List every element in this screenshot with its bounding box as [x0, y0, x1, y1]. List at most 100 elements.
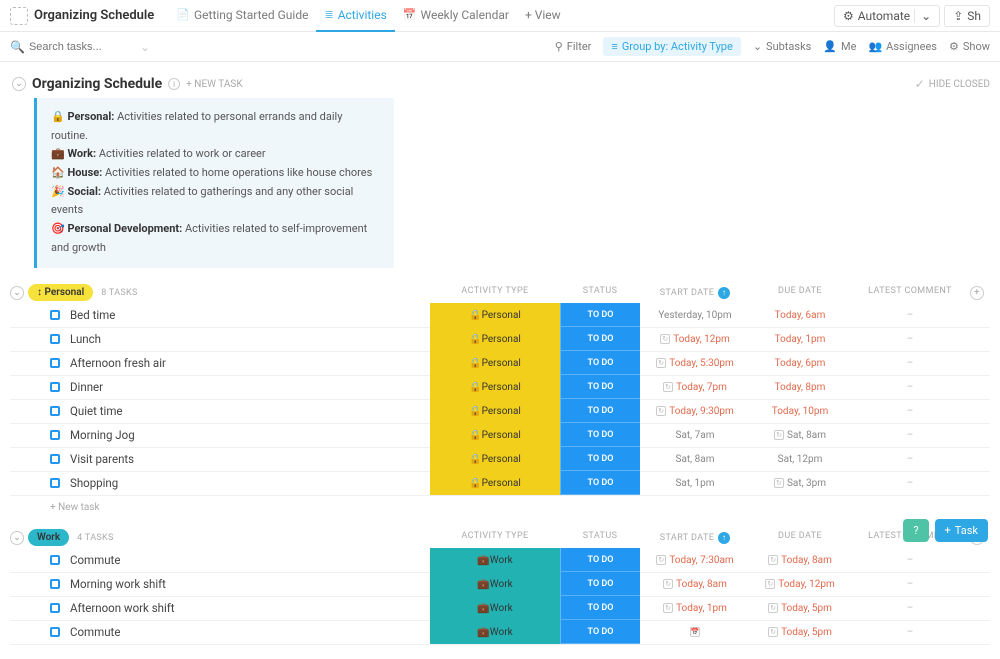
due-date[interactable]: Today, 1pm	[775, 334, 826, 345]
chevron-down-icon[interactable]: ⌄	[140, 40, 150, 54]
activity-type-cell[interactable]: 🔒 Personal	[430, 399, 560, 423]
new-task-fab[interactable]: +Task	[935, 519, 988, 542]
status-cell[interactable]: TO DO	[560, 423, 640, 447]
task-name[interactable]: Morning work shift	[70, 577, 430, 591]
start-date[interactable]: ↻Today, 9:30pm	[656, 406, 734, 417]
task-name[interactable]: Visit parents	[70, 452, 430, 466]
task-row[interactable]: Shopping🔒 PersonalTO DO Sat, 1pm ↻Sat, 3pm…	[10, 472, 990, 496]
due-date[interactable]: ↻Sat, 3pm	[774, 478, 826, 489]
task-row[interactable]: Afternoon fresh air🔒 PersonalTO DO↻Today…	[10, 352, 990, 376]
collapse-group-button[interactable]: ⌄	[10, 286, 24, 300]
task-name[interactable]: Shopping	[70, 476, 430, 490]
task-row[interactable]: Commute💼 WorkTO DO↻Today, 7:30am↻Today, …	[10, 549, 990, 573]
activity-type-cell[interactable]: 🔒 Personal	[430, 423, 560, 447]
search-input[interactable]	[29, 41, 129, 53]
start-date[interactable]: ↻Today, 7pm	[663, 382, 727, 393]
task-row[interactable]: Quiet time🔒 PersonalTO DO ↻Today, 9:30pm T…	[10, 400, 990, 424]
status-bullet[interactable]	[50, 334, 60, 344]
add-view-button[interactable]: + View	[517, 0, 569, 32]
status-bullet[interactable]	[50, 406, 60, 416]
start-date[interactable]: Sat, 1pm	[675, 478, 714, 489]
status-cell[interactable]: TO DO	[560, 399, 640, 423]
info-icon[interactable]: i	[168, 78, 180, 90]
task-name[interactable]: Quiet time	[70, 404, 430, 418]
collapse-group-button[interactable]: ⌄	[10, 531, 24, 545]
activity-type-cell[interactable]: 💼 Work	[430, 572, 560, 596]
due-date[interactable]: Today, 6pm	[775, 358, 826, 369]
tab-getting-started-guide[interactable]: 📄Getting Started Guide	[168, 0, 316, 32]
status-bullet[interactable]	[50, 382, 60, 392]
due-date[interactable]: ↻Today, 5pm	[768, 603, 832, 614]
status-cell[interactable]: TO DO	[560, 303, 640, 327]
start-date[interactable]: Sat, 8am	[676, 454, 715, 465]
task-row[interactable]: Commute💼 WorkTO DO📅↻Today, 5pm–	[10, 621, 990, 645]
due-date[interactable]: Today, 10pm	[772, 406, 828, 417]
due-date[interactable]: ↻Today, 8am	[768, 555, 832, 566]
activity-type-cell[interactable]: 🔒 Personal	[430, 471, 560, 495]
due-date[interactable]: ↻Today, 12pm	[765, 579, 834, 590]
filter-subtasks[interactable]: ⌄Subtasks	[753, 37, 812, 56]
filter-group-by[interactable]: ≡Group by: Activity Type	[603, 37, 740, 56]
status-bullet[interactable]	[50, 579, 60, 589]
task-name[interactable]: Commute	[70, 553, 430, 567]
share-button[interactable]: ⇪Sh	[944, 5, 990, 27]
chevron-down-icon[interactable]: ⌄	[914, 9, 931, 23]
tab-weekly-calendar[interactable]: 📅Weekly Calendar	[395, 0, 517, 32]
status-bullet[interactable]	[50, 627, 60, 637]
status-cell[interactable]: TO DO	[560, 620, 640, 644]
tab-activities[interactable]: ≣Activities	[316, 0, 394, 32]
status-bullet[interactable]	[50, 358, 60, 368]
task-row[interactable]: Bed time🔒 PersonalTO DOYesterday, 10pmTo…	[10, 304, 990, 328]
status-cell[interactable]: TO DO	[560, 596, 640, 620]
task-row[interactable]: Lunch🔒 PersonalTO DO↻Today, 12pmToday, 1…	[10, 328, 990, 352]
task-row[interactable]: Dinner🔒 PersonalTO DO ↻Today, 7pm Today, 8…	[10, 376, 990, 400]
status-bullet[interactable]	[50, 310, 60, 320]
due-date[interactable]: ↻Today, 5pm	[768, 627, 832, 638]
task-row[interactable]: Visit parents🔒 PersonalTO DO Sat, 8am Sat,…	[10, 448, 990, 472]
activity-type-cell[interactable]: 🔒 Personal	[430, 375, 560, 399]
task-name[interactable]: Bed time	[70, 308, 430, 322]
new-task-link[interactable]: + NEW TASK	[186, 79, 242, 90]
hide-closed-toggle[interactable]: HIDE CLOSED	[929, 79, 990, 90]
col-start-date[interactable]: START DATE ↑	[640, 286, 750, 300]
status-cell[interactable]: TO DO	[560, 471, 640, 495]
start-date[interactable]: ↻Today, 1pm	[663, 603, 727, 614]
group-badge[interactable]: Work	[28, 529, 69, 546]
start-date[interactable]: ↻Today, 12pm	[660, 334, 729, 345]
status-bullet[interactable]	[50, 555, 60, 565]
task-name[interactable]: Morning Jog	[70, 428, 430, 442]
task-name[interactable]: Commute	[70, 625, 430, 639]
due-date[interactable]: Today, 8pm	[775, 382, 826, 393]
task-row[interactable]: Morning work shift💼 WorkTO DO↻Today, 8am…	[10, 573, 990, 597]
calendar-icon[interactable]: 📅	[690, 627, 700, 637]
filter-filter[interactable]: ⚲Filter	[555, 37, 592, 56]
activity-type-cell[interactable]: 💼 Work	[430, 596, 560, 620]
status-cell[interactable]: TO DO	[560, 572, 640, 596]
status-bullet[interactable]	[50, 603, 60, 613]
task-name[interactable]: Lunch	[70, 332, 430, 346]
filter-me[interactable]: 👤Me	[823, 37, 856, 56]
activity-type-cell[interactable]: 🔒 Personal	[430, 447, 560, 471]
start-date[interactable]: ↻Today, 5:30pm	[656, 358, 734, 369]
filter-assignees[interactable]: 👥Assignees	[868, 37, 937, 56]
task-name[interactable]: Dinner	[70, 380, 430, 394]
collapse-list-button[interactable]: ⌄	[12, 77, 26, 91]
activity-type-cell[interactable]: 💼 Work	[430, 620, 560, 644]
group-badge[interactable]: ↕ Personal	[28, 284, 93, 301]
activity-type-cell[interactable]: 🔒 Personal	[430, 351, 560, 375]
status-cell[interactable]: TO DO	[560, 327, 640, 351]
status-cell[interactable]: TO DO	[560, 375, 640, 399]
task-row[interactable]: Morning Jog🔒 PersonalTO DOSat, 7am↻Sat, …	[10, 424, 990, 448]
due-date[interactable]: Today, 6am	[775, 310, 826, 321]
filter-show[interactable]: ⚙Show	[949, 37, 990, 56]
status-cell[interactable]: TO DO	[560, 447, 640, 471]
due-date[interactable]: ↻Sat, 8am	[774, 430, 826, 441]
due-date[interactable]: Sat, 12pm	[778, 454, 823, 465]
status-bullet[interactable]	[50, 454, 60, 464]
status-bullet[interactable]	[50, 430, 60, 440]
task-name[interactable]: Afternoon work shift	[70, 601, 430, 615]
new-task-row[interactable]: + New task	[10, 496, 990, 519]
automate-button[interactable]: ⚙Automate⌄	[834, 5, 940, 27]
status-bullet[interactable]	[50, 478, 60, 488]
task-name[interactable]: Afternoon fresh air	[70, 356, 430, 370]
